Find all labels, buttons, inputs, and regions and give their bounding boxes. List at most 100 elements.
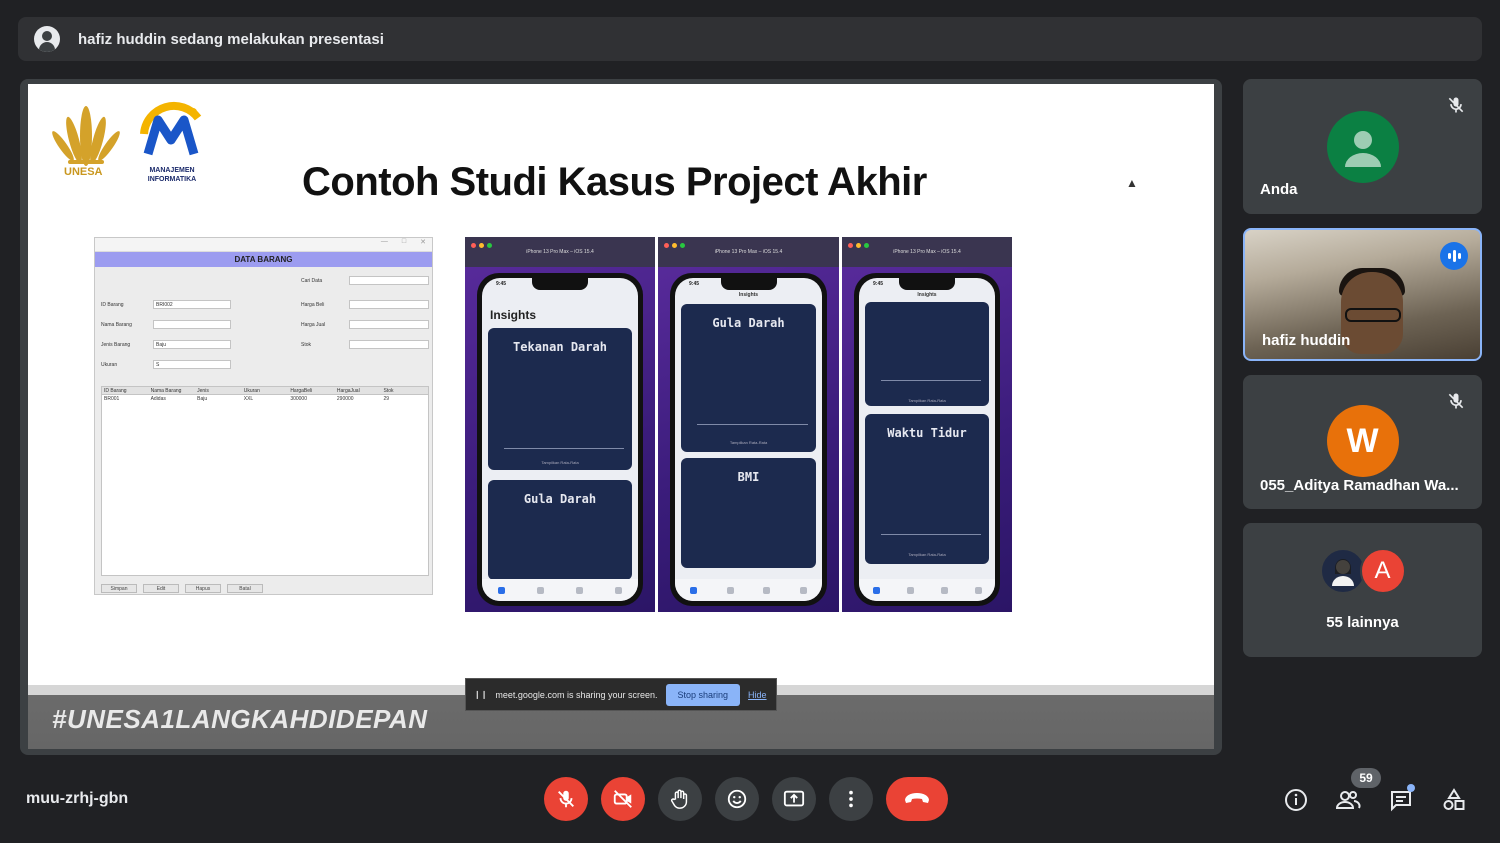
table-header-cell: HargaBeli — [290, 388, 313, 394]
phone-frame: 9:45 Insights Gula Darah Tampilkan Rata-… — [670, 273, 827, 606]
table-cell: Baju — [197, 396, 208, 402]
hapus-button: Hapus — [185, 584, 221, 593]
desktop-app-screenshot: — □ ✕ DATA BARANG Cari Data ID Barang BRI0… — [94, 237, 433, 595]
phone-tabbar — [859, 579, 995, 601]
presenting-text: hafiz huddin sedang melakukan presentasi — [78, 30, 384, 48]
chat-notification-dot — [1407, 784, 1415, 792]
drag-handle-icon[interactable]: ❙❙ — [474, 690, 487, 699]
presenter-avatar — [34, 26, 60, 52]
more-vert-icon — [849, 790, 853, 808]
people-icon — [1335, 791, 1361, 809]
info-icon — [1285, 789, 1307, 811]
others-count-label: 55 lainnya — [1326, 614, 1399, 631]
chart-card: Tekanan Darah Tampilkan Rata-Rata — [488, 328, 632, 470]
mic-off-icon — [558, 790, 574, 808]
mouse-cursor-icon: ▲ — [1126, 176, 1138, 190]
field-label: Harga Jual — [301, 322, 326, 328]
barang-table: ID Barang Nama Barang Jenis Ukuran Harga… — [101, 386, 429, 576]
unesa-logo-text: UNESA — [64, 166, 103, 178]
table-header-cell: Ukuran — [243, 388, 260, 394]
phone-frame: 9:45 Insights Tampilkan Rata-Rata Waktu … — [854, 273, 1000, 606]
search-input — [349, 276, 429, 285]
table-header-cell: Stok — [383, 388, 394, 394]
chart-card-title: BMI — [737, 470, 760, 484]
edit-button: Edit — [143, 584, 179, 593]
raise-hand-button[interactable] — [658, 777, 702, 821]
harga-beli-input — [349, 300, 429, 309]
phone-frame: 9:45 Insights Tekanan Darah Tampilkan Ra… — [477, 273, 643, 606]
field-label: Cari Data — [301, 278, 323, 284]
chart-card: Gula Darah — [488, 480, 632, 580]
field-label: Ukuran — [101, 362, 118, 368]
table-row: BR001 Adidas Baju XXL 300000 290000 29 — [102, 395, 428, 403]
participant-tile[interactable]: W 055_Aditya Ramadhan Wa... — [1243, 375, 1482, 509]
desktop-app-header: DATA BARANG — [95, 252, 432, 267]
field-label: Nama Barang — [101, 322, 132, 328]
meeting-info-button[interactable] — [1283, 787, 1309, 813]
chart-card-title: Tekanan Darah — [513, 340, 607, 354]
nama-barang-input — [153, 320, 231, 329]
others-tile[interactable]: A 55 lainnya — [1243, 523, 1482, 657]
field-label: Stok — [301, 342, 312, 348]
field-label: ID Barang — [101, 302, 124, 308]
stok-input — [349, 340, 429, 349]
chart-card: Tampilkan Rata-Rata — [865, 302, 989, 406]
field-label: Jenis Barang — [101, 342, 131, 348]
activities-icon — [1443, 788, 1465, 810]
avatar — [1326, 111, 1399, 183]
emoji-icon — [727, 789, 747, 809]
chart-card-footer: Tampilkan Rata-Rata — [729, 440, 768, 445]
table-header-cell: Jenis — [197, 388, 209, 394]
more-options-button[interactable] — [829, 777, 873, 821]
chart-card: Gula Darah Tampilkan Rata-Rata — [681, 304, 816, 452]
id-barang-input: BRI002 — [153, 300, 231, 309]
present-screen-button[interactable] — [772, 777, 816, 821]
phone-screenshot-3: iPhone 13 Pro Max – iOS 15.4 9:45 Insigh… — [842, 237, 1012, 612]
table-cell: 300000 — [290, 396, 307, 402]
participant-name: Anda — [1260, 181, 1298, 198]
presentation-slide: UNESA MANAJEMEN INFORMATIKA Contoh Studi… — [28, 84, 1214, 749]
field-label: Harga Beli — [301, 302, 325, 308]
status-time: 9:45 — [496, 281, 507, 287]
table-cell: 290000 — [336, 396, 354, 402]
person-photo-icon — [1331, 559, 1354, 586]
chart-card-title: Gula Darah — [712, 316, 785, 330]
phone-screenshot-2: iPhone 13 Pro Max – iOS 15.4 9:45 Insigh… — [658, 237, 839, 612]
manajemen-informatika-logo — [140, 101, 202, 156]
stop-sharing-button[interactable]: Stop sharing — [665, 683, 741, 706]
mic-off-icon — [1448, 97, 1464, 113]
chart-card-footer: Tampilkan Rata-Rata — [908, 552, 946, 557]
slide-title: Contoh Studi Kasus Project Akhir — [302, 160, 927, 204]
participant-tile-speaker[interactable]: hafiz huddin — [1243, 228, 1482, 361]
table-cell: BR001 — [104, 396, 120, 402]
leave-call-button[interactable] — [886, 777, 948, 821]
speaking-indicator-icon — [1440, 242, 1468, 270]
simulator-title: iPhone 13 Pro Max – iOS 15.4 — [893, 249, 961, 255]
batal-button: Batal — [227, 584, 263, 593]
table-cell: XXL — [243, 396, 254, 402]
camera-toggle-button[interactable] — [601, 777, 645, 821]
chart-card-title: Gula Darah — [523, 492, 597, 506]
manajemen-informatika-text: MANAJEMEN INFORMATIKA — [147, 167, 197, 183]
table-cell: Adidas — [150, 396, 166, 402]
chart-card-title: Waktu Tidur — [887, 426, 967, 440]
activities-button[interactable] — [1441, 787, 1467, 813]
chart-card-footer: Tampilkan Rata-Rata — [541, 460, 579, 465]
phone-screen: 9:45 Insights Tampilkan Rata-Rata Waktu … — [859, 278, 995, 601]
simpan-button: Simpan — [101, 584, 137, 593]
mic-off-icon — [1448, 393, 1464, 409]
participant-count-badge: 59 — [1351, 768, 1381, 788]
simulator-bar: iPhone 13 Pro Max – iOS 15.4 — [465, 237, 655, 267]
hide-button[interactable]: Hide — [748, 690, 767, 700]
camera-off-icon — [613, 790, 632, 808]
presenting-banner: hafiz huddin sedang melakukan presentasi — [18, 17, 1482, 61]
table-header-cell: Nama Barang — [150, 388, 182, 394]
avatar — [1319, 548, 1366, 594]
participant-tile-self[interactable]: Anda — [1243, 79, 1482, 214]
avatar: W — [1326, 405, 1399, 477]
people-button[interactable] — [1335, 787, 1361, 813]
emoji-reaction-button[interactable] — [715, 777, 759, 821]
simulator-bar: iPhone 13 Pro Max – iOS 15.4 — [658, 237, 839, 267]
mic-toggle-button[interactable] — [544, 777, 588, 821]
insights-heading: Insights — [490, 308, 537, 322]
